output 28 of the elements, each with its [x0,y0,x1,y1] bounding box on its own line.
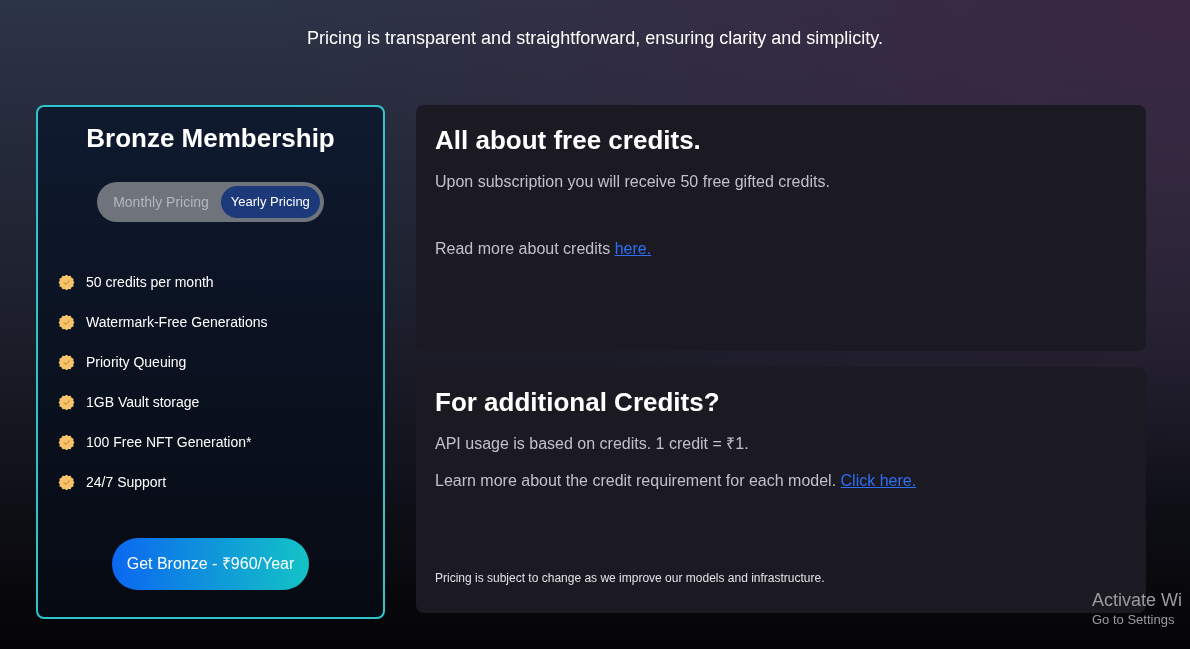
check-badge-icon [58,473,75,491]
body-text: Read more about credits here. [435,239,653,259]
check-badge-icon [58,393,75,411]
check-badge-icon [58,273,75,291]
activation-notice-title: Activate Wi [1092,589,1183,611]
check-badge-icon [58,433,75,451]
plan-title: Bronze Membership [86,122,335,155]
billing-option[interactable]: Monthly Pricing [101,186,221,218]
feature-text: 50 credits per month [86,272,214,292]
activation-notice-text: Go to Settings [1092,611,1176,629]
card-title: For additional Credits? [435,386,721,419]
billing-option[interactable]: Yearly Pricing [220,186,320,218]
body-text: Upon subscription you will receive 50 free gifted credits. [435,172,831,192]
body-text: API usage is based on credits. 1 credit = ₹1. [435,434,750,454]
link[interactable]: here. [614,240,652,257]
feature-text: 100 Free NFT Generation* [86,432,252,452]
get-plan-button[interactable]: Get Bronze - ₹960/Year [111,538,310,590]
feature-text: 24/7 Support [86,472,167,492]
link[interactable]: Click here. [840,472,917,489]
feature-text: Priority Queuing [86,352,187,372]
feature-text: Watermark-Free Generations [86,312,268,332]
feature-text: 1GB Vault storage [86,392,200,412]
card-title: All about free credits. [435,124,702,157]
body-text: Learn more about the credit requirement for each model. Click here. [435,471,918,491]
subtitle: Pricing is transparent and straightforward, ensuring clarity and simplicity. [307,27,883,50]
check-badge-icon [58,353,75,371]
footnote-text: Pricing is subject to change as we improve our models and infrastructure. [435,570,826,586]
check-badge-icon [58,313,75,331]
